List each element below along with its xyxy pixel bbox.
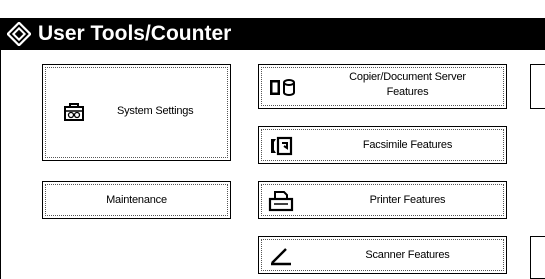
maintenance-label: Maintenance (106, 194, 167, 206)
page-title: User Tools/Counter (38, 22, 232, 45)
facsimile-label: Facsimile Features (362, 139, 453, 151)
printer-label: Printer Features (369, 194, 446, 206)
printer-features-button[interactable]: Printer Features (258, 181, 507, 219)
title-bar: User Tools/Counter (0, 18, 545, 50)
copier-label-line1: Copier/Document Server (349, 71, 466, 83)
facsimile-features-button[interactable]: Facsimile Features (258, 126, 507, 164)
copier-document-server-features-button[interactable]: Copier/Document Server Features (258, 64, 507, 109)
partial-button-edge[interactable] (530, 64, 545, 109)
facsimile-icon (271, 136, 293, 156)
diamond-arrow-icon (7, 22, 31, 46)
copier-label-line2: Features (386, 86, 429, 98)
toolbox-icon (64, 103, 84, 121)
copier-document-server-icon (270, 79, 295, 96)
printer-icon (268, 191, 294, 212)
partial-button-edge[interactable] (530, 236, 545, 279)
scanner-icon (271, 248, 291, 266)
system-settings-label: System Settings (117, 105, 194, 117)
maintenance-button[interactable]: Maintenance (42, 181, 231, 219)
scanner-features-button[interactable]: Scanner Features (258, 236, 507, 274)
scanner-label: Scanner Features (365, 249, 450, 261)
system-settings-button[interactable]: System Settings (42, 64, 231, 161)
